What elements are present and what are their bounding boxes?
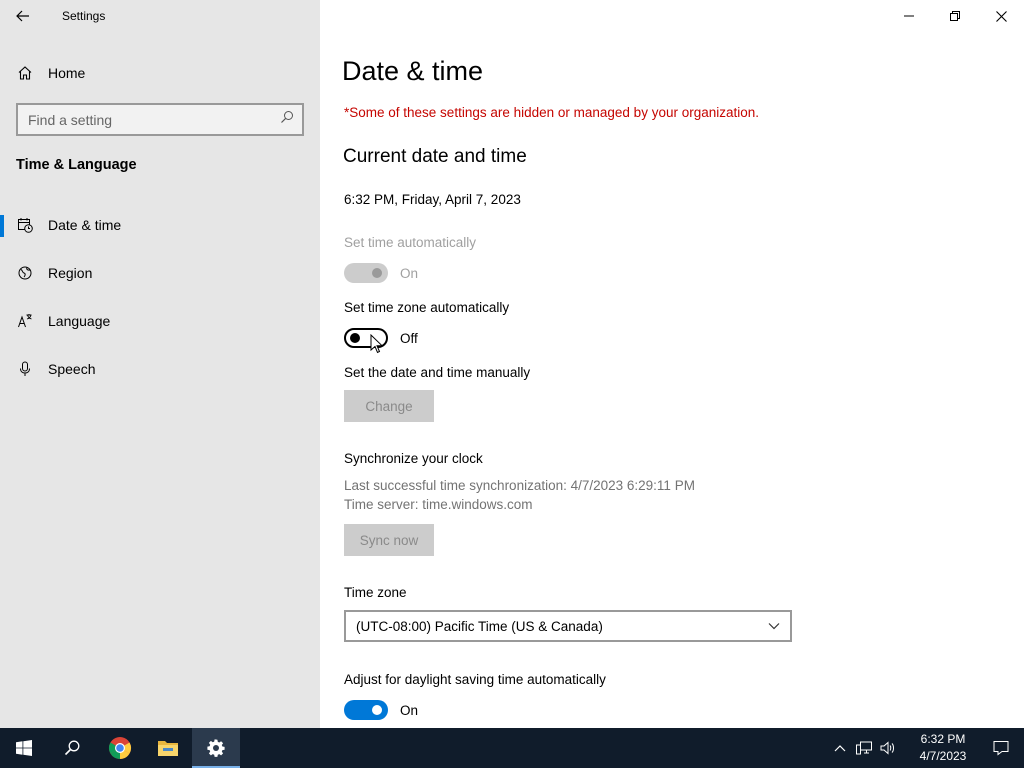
search-icon[interactable] <box>280 110 294 129</box>
sidebar-item-region[interactable]: Region <box>0 253 320 293</box>
set-time-auto-row: On <box>344 262 418 284</box>
language-icon <box>16 312 34 330</box>
sync-now-button: Sync now <box>344 524 434 556</box>
active-indicator <box>0 215 4 237</box>
set-timezone-auto-label: Set time zone automatically <box>344 300 510 315</box>
chrome-button[interactable] <box>96 728 144 768</box>
set-time-auto-label: Set time automatically <box>344 235 477 250</box>
sidebar-item-label: Date & time <box>48 217 122 233</box>
settings-taskbar-button[interactable] <box>192 728 240 768</box>
dst-toggle[interactable] <box>344 700 388 720</box>
search-icon <box>64 740 80 756</box>
chrome-icon <box>109 737 131 759</box>
titlebar-left: Settings <box>0 0 320 32</box>
set-manually-label: Set the date and time manually <box>344 365 531 380</box>
sidebar-item-date-time[interactable]: Date & time <box>0 205 320 245</box>
globe-icon <box>16 264 34 282</box>
clock-time: 6:32 PM <box>920 732 966 746</box>
chevron-down-icon <box>768 623 780 630</box>
show-hidden-icons-button[interactable] <box>828 728 852 768</box>
page-title: Date & time <box>342 56 484 86</box>
time-zone-dropdown[interactable]: (UTC-08:00) Pacific Time (US & Canada) <box>344 610 792 642</box>
set-time-auto-toggle <box>344 263 388 283</box>
start-icon <box>16 740 32 756</box>
current-date-time-heading: Current date and time <box>343 146 527 167</box>
sync-heading: Synchronize your clock <box>344 451 483 466</box>
taskbar-clock[interactable]: 6:32 PM 4/7/2023 <box>908 731 978 765</box>
dst-label: Adjust for daylight saving time automati… <box>344 672 606 687</box>
time-zone-label: Time zone <box>344 585 407 600</box>
clock-date: 4/7/2023 <box>919 749 967 763</box>
taskbar: 6:32 PM 4/7/2023 <box>0 728 1024 768</box>
sidebar-item-language[interactable]: Language <box>0 301 320 341</box>
back-button[interactable] <box>0 0 46 32</box>
taskbar-search-button[interactable] <box>48 728 96 768</box>
time-server-text: Time server: time.windows.com <box>344 497 533 512</box>
settings-icon <box>207 739 225 757</box>
action-center-button[interactable] <box>978 728 1024 768</box>
search-box[interactable] <box>16 103 304 136</box>
sidebar-item-label: Language <box>48 313 111 329</box>
last-sync-text: Last successful time synchronization: 4/… <box>344 478 695 493</box>
app-title: Settings <box>62 9 106 23</box>
sidebar: Settings Home Time & Language <box>0 0 320 728</box>
sidebar-item-label: Region <box>48 265 93 281</box>
dst-row: On <box>344 699 418 721</box>
set-timezone-auto-row: Off <box>344 327 418 349</box>
notification-icon <box>993 741 1009 756</box>
home-icon <box>16 64 34 82</box>
set-timezone-auto-toggle[interactable] <box>344 328 388 348</box>
sidebar-item-label: Speech <box>48 361 96 377</box>
section-heading: Time & Language <box>16 157 137 173</box>
toggle-knob <box>372 268 382 278</box>
volume-icon <box>880 741 894 755</box>
nav-home[interactable]: Home <box>0 56 320 90</box>
set-time-auto-state: On <box>400 265 419 281</box>
main-content: Date & time *Some of these settings are … <box>320 0 1024 728</box>
volume-button[interactable] <box>876 728 900 768</box>
start-button[interactable] <box>0 728 48 768</box>
toggle-knob <box>372 705 382 715</box>
network-icon <box>856 741 872 755</box>
org-managed-note: *Some of these settings are hidden or ma… <box>344 105 760 120</box>
change-button: Change <box>344 390 434 422</box>
sidebar-item-speech[interactable]: Speech <box>0 349 320 389</box>
back-arrow-icon <box>16 10 29 22</box>
microphone-icon <box>16 360 34 378</box>
file-explorer-icon <box>158 741 178 756</box>
file-explorer-button[interactable] <box>144 728 192 768</box>
nav-home-label: Home <box>48 65 86 81</box>
time-zone-value: (UTC-08:00) Pacific Time (US & Canada) <box>356 618 603 634</box>
search-input[interactable] <box>28 111 268 128</box>
date-time-icon <box>16 216 34 234</box>
toggle-knob <box>350 333 360 343</box>
set-timezone-auto-state: Off <box>400 330 418 346</box>
dst-state: On <box>400 702 419 718</box>
network-button[interactable] <box>852 728 876 768</box>
current-date-time-value: 6:32 PM, Friday, April 7, 2023 <box>344 192 521 207</box>
system-tray: 6:32 PM 4/7/2023 <box>828 728 1024 768</box>
chevron-up-icon <box>834 745 846 752</box>
